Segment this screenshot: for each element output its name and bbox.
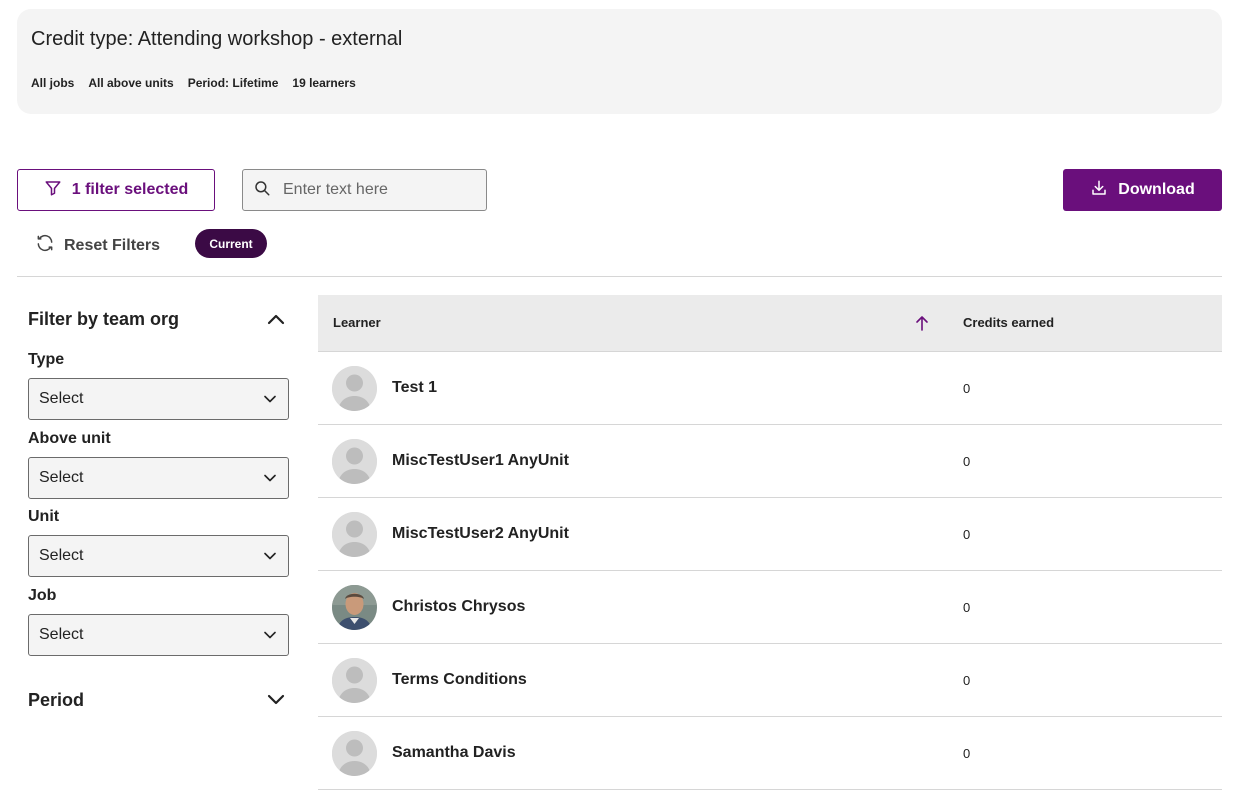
refresh-icon [35,233,55,258]
credits-earned: 0 [963,454,971,469]
type-select-value: Select [39,390,84,407]
chevron-down-icon [264,626,276,644]
chevron-up-icon[interactable] [266,309,286,329]
learner-name[interactable]: Test 1 [392,379,437,397]
avatar [332,585,377,630]
download-icon [1090,179,1108,202]
job-label: Job [28,587,57,604]
credits-column-header[interactable]: Credits earned [963,315,1054,330]
avatar [332,439,377,484]
avatar [332,658,377,703]
credits-earned: 0 [963,381,971,396]
reset-filters-label: Reset Filters [64,236,161,254]
above-unit-label: Above unit [28,430,111,447]
meta-period: Period: Lifetime [187,76,279,90]
learner-name[interactable]: MiscTestUser2 AnyUnit [392,525,569,543]
job-select-value: Select [39,626,84,643]
summary-meta: All jobs All above units Period: Lifetim… [31,76,356,90]
meta-jobs: All jobs [31,76,75,90]
reset-filters-button[interactable]: Reset Filters [35,233,160,258]
credits-earned: 0 [963,527,971,542]
meta-above-units: All above units [88,76,174,90]
download-button-label: Download [1118,181,1195,198]
avatar [332,366,377,411]
page-title: Credit type: Attending workshop - extern… [31,28,403,50]
type-label: Type [28,351,65,368]
sort-arrow-up-icon[interactable] [914,314,930,332]
meta-learners: 19 learners [292,76,356,90]
credits-earned: 0 [963,600,971,615]
learner-column-header[interactable]: Learner [333,315,381,330]
above-unit-select[interactable]: Select [28,457,289,499]
chevron-down-icon[interactable] [266,690,286,710]
period-heading: Period [28,690,85,710]
filter-icon [44,179,62,202]
learner-table: Learner Credits earned Test 1 0 MiscTest… [318,295,1222,790]
search-box[interactable] [242,169,487,211]
table-row[interactable]: MiscTestUser2 AnyUnit 0 [318,498,1222,571]
learner-name[interactable]: Samantha Davis [392,744,516,762]
divider [17,276,1222,277]
current-filter-pill[interactable]: Current [195,229,267,258]
unit-select-value: Select [39,547,84,564]
chevron-down-icon [264,390,276,408]
chevron-down-icon [264,469,276,487]
learner-name[interactable]: Terms Conditions [392,671,527,689]
filter-button[interactable]: 1 filter selected [17,169,215,211]
unit-select[interactable]: Select [28,535,289,577]
filter-team-org-heading: Filter by team org [28,309,180,329]
credits-earned: 0 [963,673,971,688]
table-header: Learner Credits earned [318,295,1222,352]
table-row[interactable]: Test 1 0 [318,352,1222,425]
search-icon [253,179,271,202]
filter-button-label: 1 filter selected [71,181,189,198]
above-unit-select-value: Select [39,469,84,486]
learner-name[interactable]: Christos Chrysos [392,598,525,616]
job-select[interactable]: Select [28,614,289,656]
chevron-down-icon [264,547,276,565]
credits-earned: 0 [963,746,971,761]
table-row[interactable]: MiscTestUser1 AnyUnit 0 [318,425,1222,498]
search-input[interactable] [283,181,473,199]
avatar [332,731,377,776]
type-select[interactable]: Select [28,378,289,420]
table-row[interactable]: Christos Chrysos 0 [318,571,1222,644]
download-button[interactable]: Download [1063,169,1222,211]
table-row[interactable]: Terms Conditions 0 [318,644,1222,717]
unit-label: Unit [28,508,60,525]
table-row[interactable]: Samantha Davis 0 [318,717,1222,790]
summary-card: Credit type: Attending workshop - extern… [17,9,1222,114]
avatar [332,512,377,557]
learner-name[interactable]: MiscTestUser1 AnyUnit [392,452,569,470]
